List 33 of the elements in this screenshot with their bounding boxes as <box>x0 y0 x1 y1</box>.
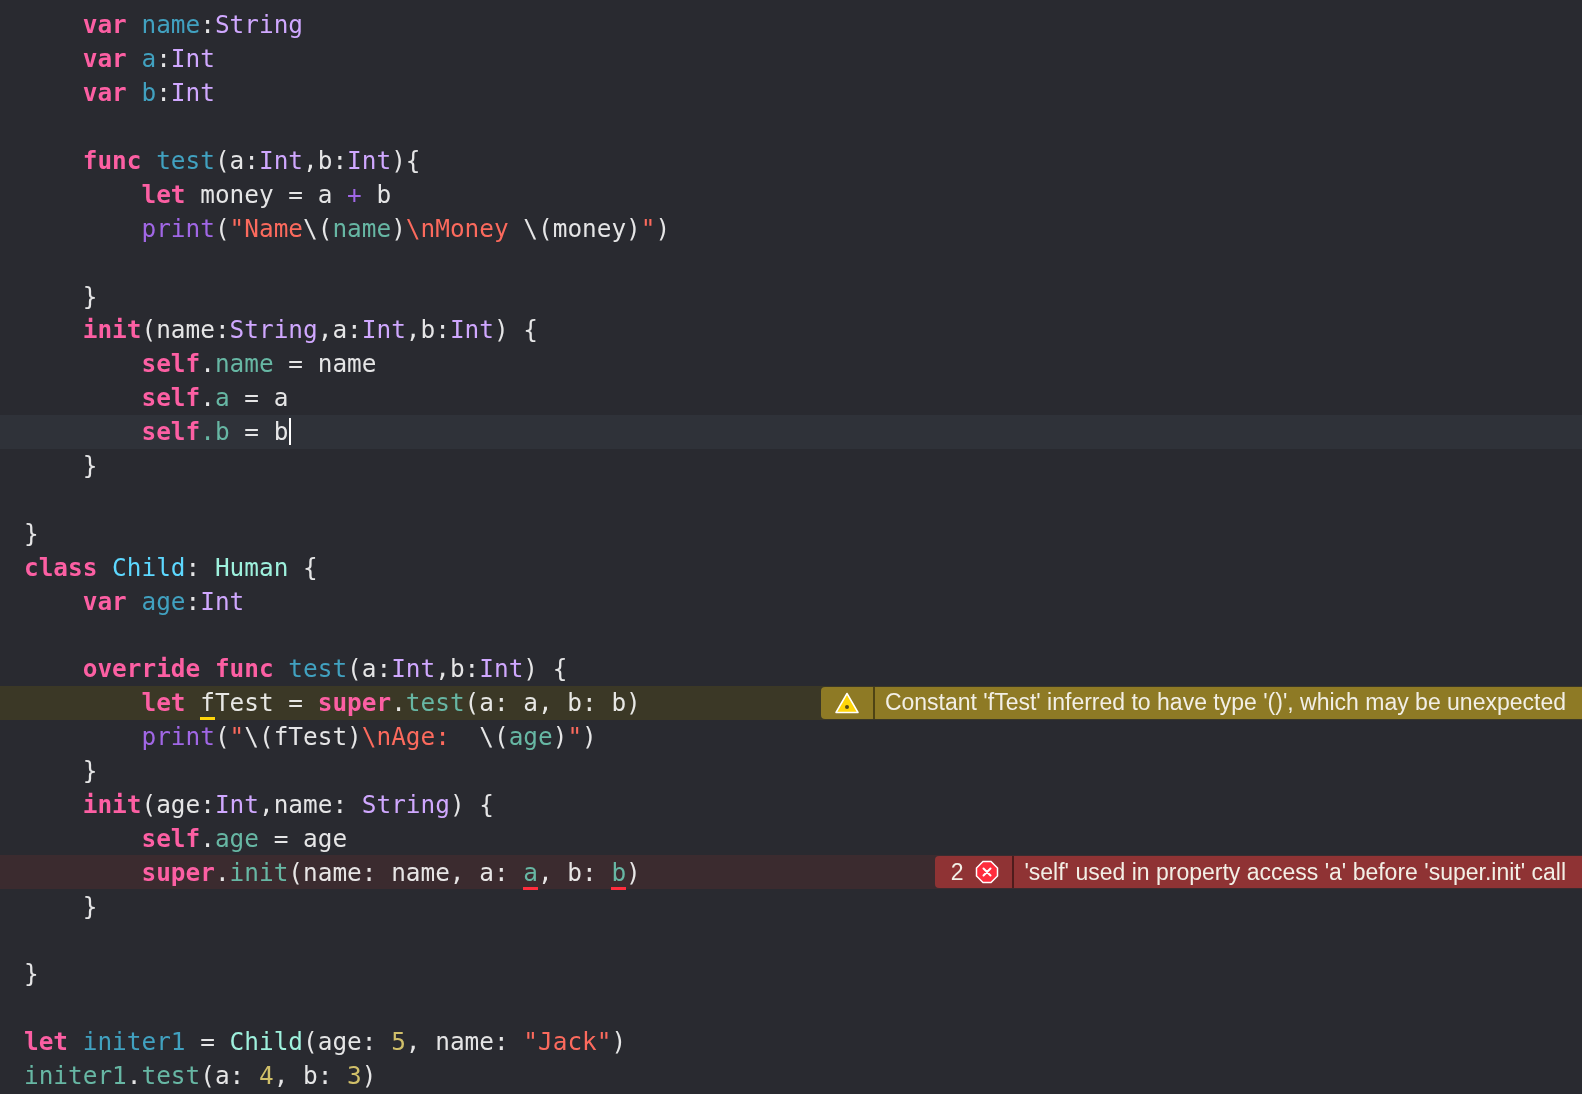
code-line: let money = a + b <box>140 179 392 209</box>
error-banner[interactable]: 2 'self' used in property access 'a' before 'super.init' call <box>934 856 1582 889</box>
code-line: var b:Int <box>81 78 215 108</box>
code-line: var a:Int <box>81 44 215 74</box>
code-line: } <box>24 518 39 548</box>
code-line: initer1.test(a: 4, b: 3) <box>24 1061 377 1091</box>
code-line: } <box>81 891 98 921</box>
code-line: print("\(fTest)\nAge: \(age)") <box>140 722 597 752</box>
error-icon <box>975 860 1000 885</box>
code-line: self.name = name <box>140 349 377 379</box>
error-count: 2 <box>950 858 964 886</box>
code-line: print("Name\(name)\nMoney \(money)") <box>140 213 671 243</box>
code-line: self.age = age <box>140 823 348 853</box>
warning-message: Constant 'fTest' inferred to have type '()', which may be unexpected <box>883 688 1567 718</box>
code-line: var name:String <box>81 10 304 40</box>
warning-banner[interactable]: Constant 'fTest' inferred to have type '()', which may be unexpected <box>820 686 1582 719</box>
code-line: init(name:String,a:Int,b:Int) { <box>81 315 538 345</box>
code-line: self.a = a <box>140 383 289 413</box>
code-line: } <box>81 281 98 311</box>
code-line: } <box>81 756 98 786</box>
code-line: override func test(a:Int,b:Int) { <box>81 654 568 684</box>
warning-icon <box>834 691 859 714</box>
code-line: let initer1 = Child(age: 5, name: "Jack") <box>24 1027 627 1057</box>
code-line: var age:Int <box>81 586 245 616</box>
code-line: class Child: Human { <box>24 552 318 582</box>
code-line: let fTest = super.test(a: a, b: b) <box>24 688 641 718</box>
code-line: self.b = b <box>140 417 289 447</box>
code-line: } <box>81 451 98 480</box>
error-message: 'self' used in property access 'a' before 'super.init' call <box>1023 857 1567 887</box>
code-line: func test(a:Int,b:Int){ <box>81 146 421 175</box>
code-line: init(age:Int,name: String) { <box>81 789 494 819</box>
code-line: super.init(name: name, a: a, b: b) <box>24 857 641 887</box>
code-line: } <box>24 959 39 989</box>
